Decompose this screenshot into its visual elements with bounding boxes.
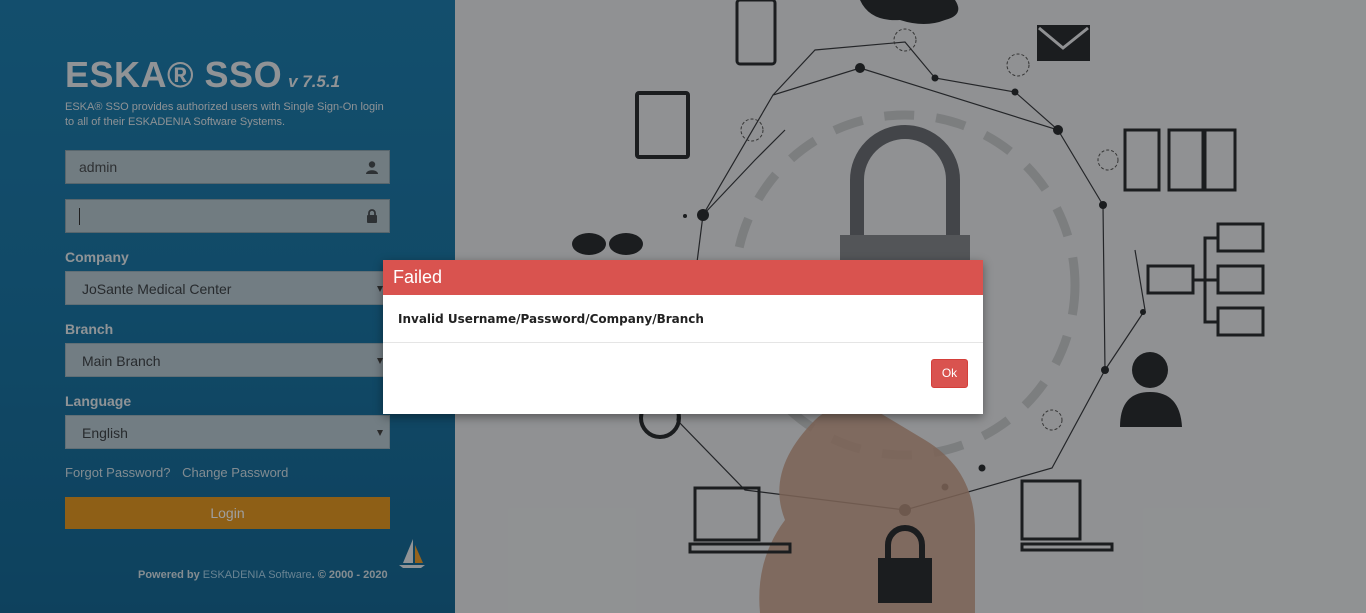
dialog-message: Invalid Username/Password/Company/Branch [383,295,983,343]
error-dialog: Failed Invalid Username/Password/Company… [383,260,983,414]
ok-button[interactable]: Ok [931,359,968,388]
dialog-title: Failed [383,260,983,295]
